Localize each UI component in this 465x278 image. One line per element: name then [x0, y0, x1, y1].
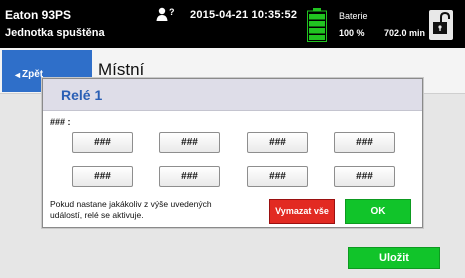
event-slot-4[interactable]: ###: [334, 132, 395, 153]
datetime: 2015-04-21 10:35:52: [190, 9, 298, 21]
battery-title: Baterie: [339, 11, 368, 21]
back-arrow-icon: ◄: [13, 70, 22, 80]
unlocked-padlock-icon: [433, 11, 450, 34]
page-title: Místní: [98, 60, 145, 79]
battery-percent: 100 %: [339, 28, 365, 38]
relay-dialog: Relé 1 ### : ### ### ### ### ### ### ###…: [42, 78, 423, 228]
ok-button[interactable]: OK: [345, 199, 411, 224]
save-button[interactable]: Uložit: [348, 247, 440, 269]
event-slot-8[interactable]: ###: [334, 166, 395, 187]
dialog-header: Relé 1: [43, 79, 422, 111]
event-slot-5[interactable]: ###: [72, 166, 133, 187]
clear-all-button[interactable]: Vymazat vše: [269, 199, 335, 224]
event-slot-3[interactable]: ###: [247, 132, 308, 153]
status-bar: Eaton 93PS Jednotka spuštěna ? 2015-04-2…: [0, 0, 465, 48]
event-list-label: ### :: [50, 117, 71, 127]
device-name: Eaton 93PS: [5, 8, 72, 22]
dialog-title: Relé 1: [61, 87, 103, 103]
user-help-icon[interactable]: ?: [156, 6, 178, 22]
relay-note: Pokud nastane jakákoliv z výše uvedených…: [50, 199, 212, 220]
device-status: Jednotka spuštěna: [5, 27, 105, 39]
battery-runtime: 702.0 min: [384, 28, 426, 38]
event-slot-7[interactable]: ###: [247, 166, 308, 187]
event-slot-1[interactable]: ###: [72, 132, 133, 153]
event-slot-2[interactable]: ###: [159, 132, 220, 153]
lock-button[interactable]: [429, 10, 453, 40]
back-button-label: Zpět: [22, 69, 44, 80]
event-slot-6[interactable]: ###: [159, 166, 220, 187]
battery-icon: [307, 8, 327, 42]
svg-text:?: ?: [169, 7, 175, 17]
